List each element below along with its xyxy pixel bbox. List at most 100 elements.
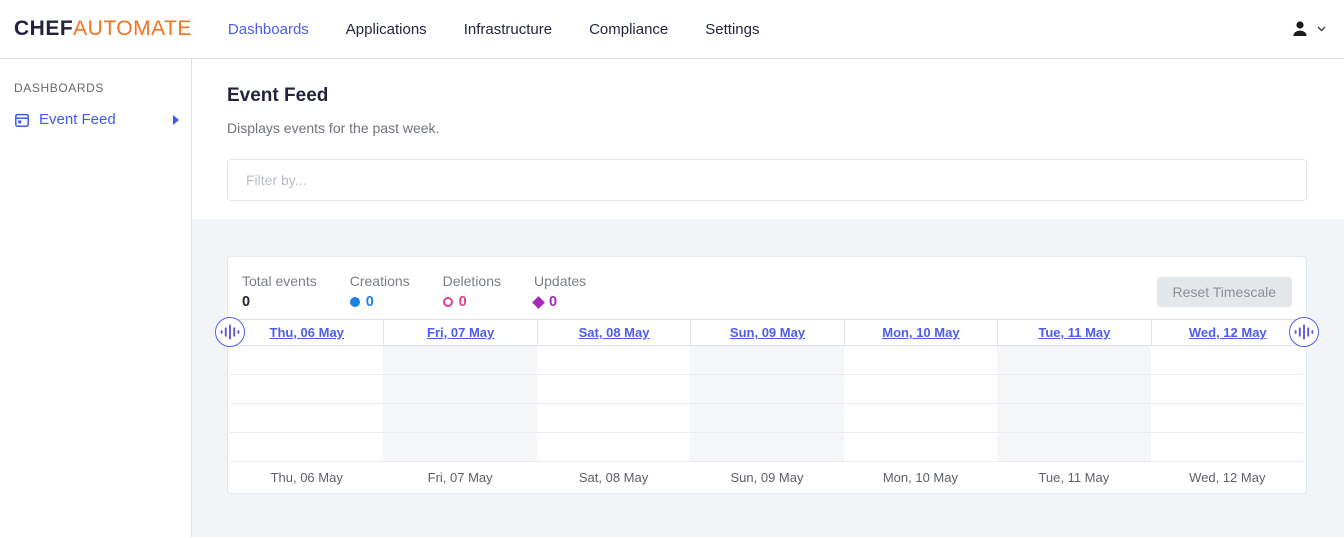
timeline-cell [383,375,536,404]
timeline-header-cell: Sat, 08 May [537,320,690,345]
timeline-cell [537,433,690,462]
stat: Deletions 0 [443,273,501,310]
stat-marker-icon [350,297,360,307]
timeline-day-column [997,346,1150,462]
timeline-cell [844,404,997,433]
timeline-footer-label: Mon, 10 May [844,462,997,492]
stat-label: Deletions [443,273,501,289]
timeline-cell [230,375,383,404]
top-navigation: CHEF AUTOMATE Dashboards Applications In… [0,0,1344,59]
timeline-cell [383,346,536,375]
chevron-down-icon [1317,26,1326,32]
timeline-cell [230,433,383,462]
timeline-cell [997,433,1150,462]
main-nav: Dashboards Applications Infrastructure C… [228,21,760,38]
timeline-cell [383,433,536,462]
timeline-cell [690,433,843,462]
sidebar: DASHBOARDS Event Feed [0,59,192,537]
logo-automate: AUTOMATE [73,17,192,41]
timeline-day-column [537,346,690,462]
chef-automate-logo[interactable]: CHEF AUTOMATE [14,17,192,41]
timeline-cell [383,404,536,433]
slider-grip-icon [1290,317,1318,347]
stat-count: 0 [459,294,467,310]
stat-marker-icon [532,296,545,309]
user-icon [1290,19,1310,39]
timeline-cell [844,346,997,375]
page-subtitle: Displays events for the past week. [227,120,1307,136]
timeline-cell [997,375,1150,404]
event-feed-section: Total events 0 Creations [192,219,1344,537]
timeline-cell [230,346,383,375]
timeline: Thu, 06 May Fri, 07 May Sat, 08 May [230,319,1304,492]
timeline-cell [844,375,997,404]
stat-count: 0 [549,294,557,310]
timeline-footer: Thu, 06 May Fri, 07 May Sat, 08 May Sun,… [230,462,1304,492]
timeline-header: Thu, 06 May Fri, 07 May Sat, 08 May [230,319,1304,346]
stat-value: 0 [534,294,586,310]
nav-item[interactable]: Settings [705,21,759,38]
date-link[interactable]: Sun, 09 May [730,325,805,340]
page-header: Event Feed Displays events for the past … [192,59,1344,219]
timeline-header-cell: Sun, 09 May [690,320,843,345]
timeline-footer-label: Wed, 12 May [1151,462,1304,492]
timeline-cell [844,433,997,462]
main-content: Event Feed Displays events for the past … [192,59,1344,537]
date-link[interactable]: Fri, 07 May [427,325,494,340]
timeline-footer-label: Thu, 06 May [230,462,383,492]
timeline-cell [690,375,843,404]
timeline-day-column [844,346,997,462]
page-title: Event Feed [227,85,1307,107]
stat-label: Total events [242,273,317,289]
stat: Updates 0 [534,273,586,310]
filter-input[interactable] [227,159,1307,201]
timeline-header-cell: Mon, 10 May [844,320,997,345]
timeline-footer-label: Sat, 08 May [537,462,690,492]
stat-label: Creations [350,273,410,289]
date-link[interactable]: Wed, 12 May [1189,325,1267,340]
event-feed-card: Total events 0 Creations [227,256,1307,494]
stats-row: Total events 0 Creations [228,257,1306,310]
slider-grip-icon [216,317,244,347]
chevron-right-icon [173,115,179,125]
sidebar-heading: DASHBOARDS [14,81,179,95]
stat-marker-icon [443,297,453,307]
timeline-footer-label: Sun, 09 May [690,462,843,492]
timeline-footer-label: Fri, 07 May [383,462,536,492]
sidebar-item-event-feed[interactable]: Event Feed [14,111,179,128]
date-link[interactable]: Sat, 08 May [579,325,650,340]
timeline-footer-label: Tue, 11 May [997,462,1150,492]
logo-chef: CHEF [14,17,73,41]
timeline-cell [997,346,1150,375]
timeline-day-column [230,346,383,462]
stat-label: Updates [534,273,586,289]
date-link[interactable]: Thu, 06 May [270,325,344,340]
date-link[interactable]: Tue, 11 May [1038,325,1110,340]
stat-value: 0 [242,294,317,310]
timeline-cell [1151,375,1304,404]
user-menu-button[interactable] [1290,19,1326,39]
stat-value: 0 [443,294,501,310]
nav-item[interactable]: Compliance [589,21,668,38]
timeline-header-cell: Tue, 11 May [997,320,1150,345]
timeline-day-column [1151,346,1304,462]
sidebar-item-label: Event Feed [39,111,116,128]
timescale-handle-left[interactable] [215,317,245,347]
timeline-cell [1151,433,1304,462]
stat-value: 0 [350,294,410,310]
timeline-day-column [383,346,536,462]
timeline-header-cell: Thu, 06 May [230,320,383,345]
date-link[interactable]: Mon, 10 May [882,325,959,340]
nav-item[interactable]: Dashboards [228,21,309,38]
timeline-header-cell: Wed, 12 May [1151,320,1304,345]
timeline-header-cell: Fri, 07 May [383,320,536,345]
stat: Creations 0 [350,273,410,310]
reset-timescale-button[interactable]: Reset Timescale [1157,277,1292,307]
timeline-cell [690,346,843,375]
timeline-cell [537,404,690,433]
nav-item[interactable]: Applications [346,21,427,38]
nav-item[interactable]: Infrastructure [464,21,552,38]
stat: Total events 0 [242,273,317,310]
timescale-handle-right[interactable] [1289,317,1319,347]
stats-group: Total events 0 Creations [242,273,619,310]
